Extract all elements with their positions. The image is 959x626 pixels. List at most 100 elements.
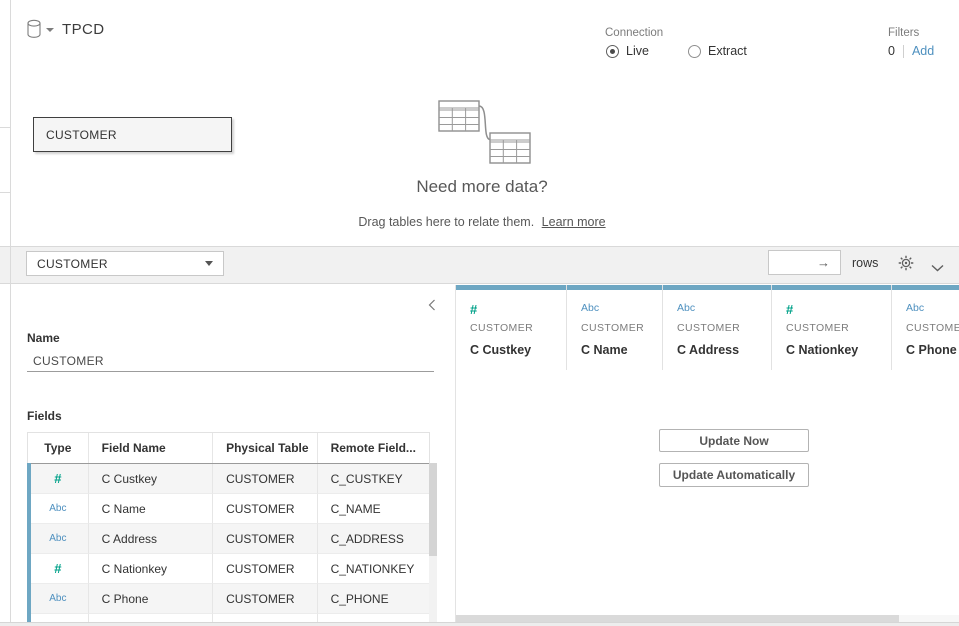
field-name-cell: C Phone: [89, 584, 213, 614]
field-row-c-phone[interactable]: Abc C Phone CUSTOMER C_PHONE: [28, 584, 429, 614]
radio-unselected-icon: [688, 45, 701, 58]
filters-label: Filters: [888, 27, 919, 39]
column-table-name: CUSTOMER: [906, 322, 959, 334]
physical-table-cell: CUSTOMER: [213, 584, 318, 614]
string-type-icon: Abc: [28, 494, 89, 524]
filters-row: 0 Add: [888, 44, 934, 58]
filters-count: 0: [888, 44, 895, 58]
apply-rows-arrow-icon[interactable]: →: [817, 255, 830, 270]
rows-count-input[interactable]: [769, 251, 815, 274]
rows-label: rows: [852, 256, 878, 270]
relationship-canvas: TPCD Connection Live Extract Filters 0 A…: [0, 0, 959, 247]
radio-live-label: Live: [626, 44, 649, 58]
string-type-icon: Abc: [28, 584, 89, 614]
column-accent-bar: [772, 285, 891, 290]
physical-table-cell: CUSTOMER: [213, 494, 318, 524]
column-field-name: C Name: [581, 343, 628, 357]
number-type-icon: #: [28, 554, 89, 584]
fields-label: Fields: [27, 409, 62, 423]
empty-state-hint: Drag tables here to relate them.: [358, 215, 534, 229]
table-select-dropdown[interactable]: CUSTOMER: [26, 251, 224, 276]
selected-rows-accent-bar: [27, 463, 31, 622]
column-table-name: CUSTOMER: [470, 322, 533, 334]
column-field-name: C Phone: [906, 343, 957, 357]
column-field-name: C Address: [677, 343, 739, 357]
name-label: Name: [27, 331, 60, 345]
number-type-icon: #: [470, 302, 477, 317]
collapse-grid-chevron-icon[interactable]: [931, 259, 944, 277]
field-row-c-name[interactable]: Abc C Name CUSTOMER C_NAME: [28, 494, 429, 524]
update-automatically-button[interactable]: Update Automatically: [659, 463, 809, 487]
connection-live-radio[interactable]: Live: [606, 44, 649, 58]
radio-extract-label: Extract: [708, 44, 747, 58]
datasource-title: TPCD: [62, 21, 104, 38]
grid-column-c-address[interactable]: Abc CUSTOMER C Address: [663, 285, 772, 370]
database-icon[interactable]: [26, 19, 44, 44]
number-type-icon: #: [28, 464, 89, 494]
radio-selected-icon: [606, 45, 619, 58]
field-name-cell: C Address: [89, 524, 213, 554]
update-now-button[interactable]: Update Now: [659, 429, 809, 452]
string-type-icon: Abc: [906, 302, 924, 314]
grid-column-c-nationkey[interactable]: # CUSTOMER C Nationkey: [772, 285, 892, 370]
remote-field-cell: C_NATIONKEY: [318, 554, 429, 584]
column-field-name: C Custkey: [470, 343, 531, 357]
column-header-physical-table[interactable]: Physical Table: [213, 433, 318, 463]
field-row-c-custkey[interactable]: # C Custkey CUSTOMER C_CUSTKEY: [28, 464, 429, 494]
field-row-c-address[interactable]: Abc C Address CUSTOMER C_ADDRESS: [28, 524, 429, 554]
data-grid-header-row: # CUSTOMER C Custkey Abc CUSTOMER C Name…: [456, 285, 959, 370]
string-type-icon: Abc: [28, 524, 89, 554]
rail-divider: [0, 192, 10, 193]
fields-scrollbar-thumb[interactable]: [429, 463, 437, 556]
name-field-underline: [27, 371, 434, 372]
physical-table-cell: CUSTOMER: [213, 464, 318, 494]
collapse-panel-chevron-icon[interactable]: [428, 299, 436, 313]
column-header-remote-field[interactable]: Remote Field...: [318, 433, 429, 463]
string-type-icon: Abc: [581, 302, 599, 314]
column-header-type[interactable]: Type: [28, 433, 89, 463]
canvas-table-customer[interactable]: CUSTOMER: [33, 117, 232, 152]
database-caret-down-icon[interactable]: [46, 28, 54, 32]
filters-add-link[interactable]: Add: [912, 44, 934, 58]
remote-field-cell: C_PHONE: [318, 584, 429, 614]
page-bottom-scroll-strip: [0, 622, 959, 626]
field-name-cell: C Nationkey: [89, 554, 213, 584]
grid-column-c-name[interactable]: Abc CUSTOMER C Name: [567, 285, 663, 370]
learn-more-link[interactable]: Learn more: [542, 215, 606, 229]
column-header-field-name[interactable]: Field Name: [89, 433, 213, 463]
field-name-cell: C Name: [89, 494, 213, 524]
grid-hscrollbar-thumb[interactable]: [456, 615, 899, 622]
filters-divider: [903, 45, 904, 58]
remote-field-cell: C_NAME: [318, 494, 429, 524]
grid-column-c-custkey[interactable]: # CUSTOMER C Custkey: [456, 285, 567, 370]
rail-divider: [0, 127, 10, 128]
field-row-c-nationkey[interactable]: # C Nationkey CUSTOMER C_NATIONKEY: [28, 554, 429, 584]
caret-down-icon: [205, 261, 213, 266]
empty-state-subtitle: Drag tables here to relate them. Learn m…: [247, 215, 717, 229]
left-pane-edge[interactable]: [10, 0, 11, 622]
column-accent-bar: [892, 285, 959, 290]
tables-illustration: [437, 96, 532, 169]
physical-table-cell: CUSTOMER: [213, 554, 318, 584]
number-type-icon: #: [786, 302, 793, 317]
field-name-cell: C Custkey: [89, 464, 213, 494]
connection-extract-radio[interactable]: Extract: [688, 44, 747, 58]
grid-column-c-phone[interactable]: Abc CUSTOMER C Phone: [892, 285, 959, 370]
column-table-name: CUSTOMER: [581, 322, 644, 334]
remote-field-cell: C_CUSTKEY: [318, 464, 429, 494]
column-table-name: CUSTOMER: [786, 322, 849, 334]
settings-gear-icon[interactable]: [898, 255, 914, 276]
table-name-field[interactable]: CUSTOMER: [33, 354, 104, 368]
column-accent-bar: [456, 285, 566, 290]
physical-table-cell: CUSTOMER: [213, 524, 318, 554]
column-table-name: CUSTOMER: [677, 322, 740, 334]
connection-label: Connection: [605, 27, 663, 39]
fields-table: Type Field Name Physical Table Remote Fi…: [27, 432, 430, 626]
rows-count-box: →: [768, 250, 841, 275]
table-select-value: CUSTOMER: [37, 257, 205, 271]
column-accent-bar: [567, 285, 662, 290]
column-accent-bar: [663, 285, 771, 290]
remote-field-cell: C_ADDRESS: [318, 524, 429, 554]
string-type-icon: Abc: [677, 302, 695, 314]
tableau-datasource-page: TPCD Connection Live Extract Filters 0 A…: [0, 0, 959, 626]
